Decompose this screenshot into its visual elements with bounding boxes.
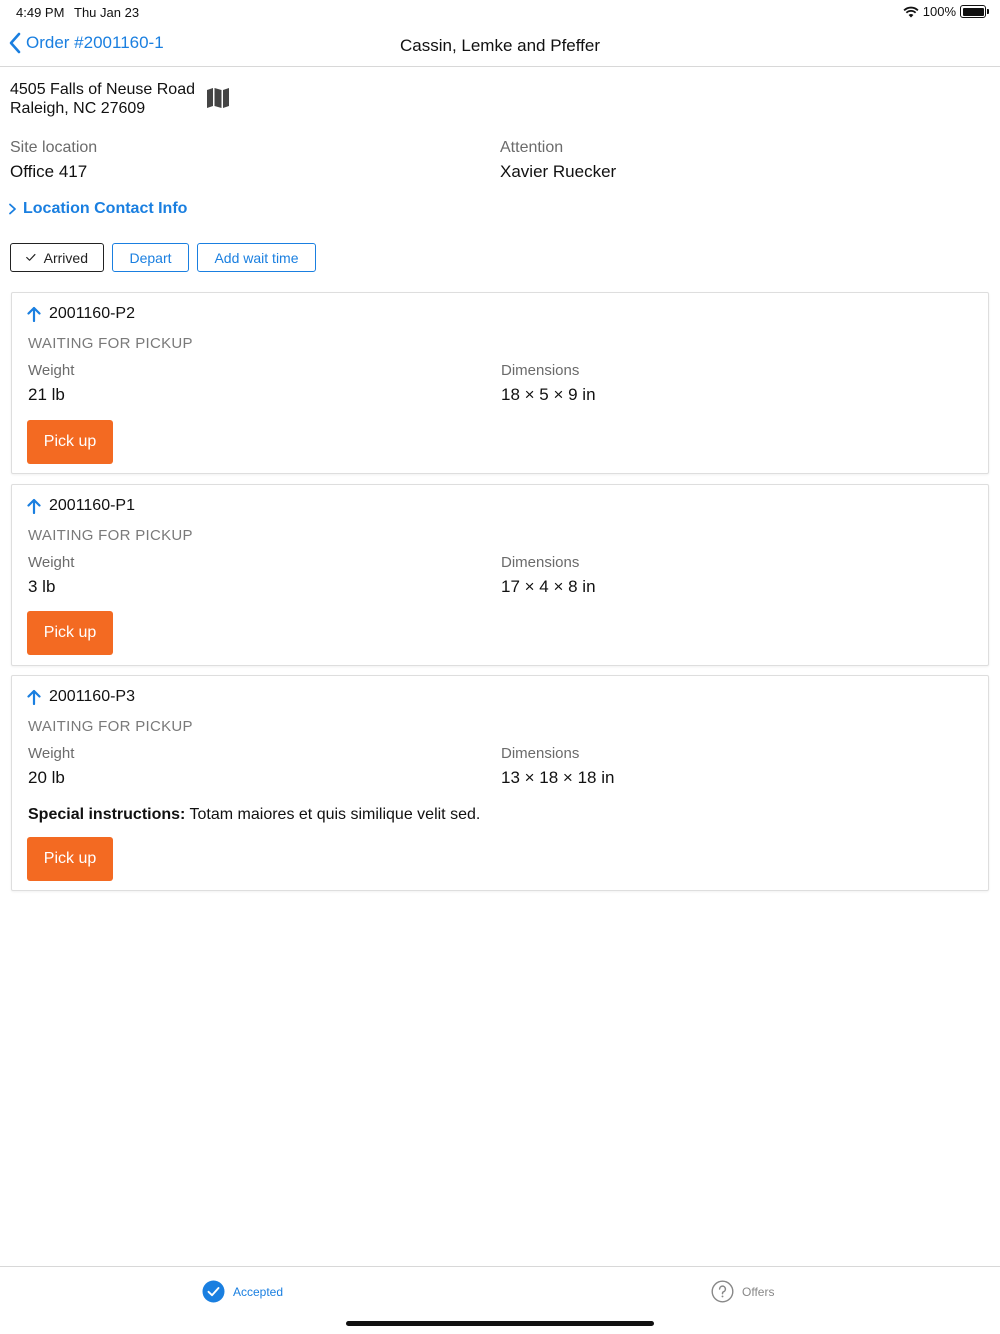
package-status: WAITING FOR PICKUP — [28, 335, 193, 352]
nav-bar: Order #2001160-1 Cassin, Lemke and Pfeff… — [0, 24, 1000, 67]
address: 4505 Falls of Neuse Road Raleigh, NC 276… — [10, 80, 195, 118]
battery-icon — [960, 5, 989, 18]
arrow-up-icon — [27, 689, 41, 705]
status-bar: 4:49 PM Thu Jan 23 100% — [0, 0, 1000, 24]
depart-button[interactable]: Depart — [112, 243, 189, 272]
status-time: 4:49 PM — [16, 5, 65, 20]
package-status: WAITING FOR PICKUP — [28, 718, 193, 735]
dimensions-value: 18 × 5 × 9 in — [501, 385, 596, 404]
package-header: 2001160-P2 — [27, 305, 135, 323]
tab-offers[interactable]: Offers — [711, 1280, 774, 1303]
package-id: 2001160-P1 — [49, 497, 135, 514]
attention-value: Xavier Ruecker — [500, 162, 617, 181]
weight-label: Weight — [28, 362, 75, 379]
status-date: Thu Jan 23 — [74, 5, 140, 20]
add-wait-time-button[interactable]: Add wait time — [197, 243, 316, 272]
wifi-icon — [903, 6, 919, 17]
package-card: 2001160-P2 WAITING FOR PICKUP Weight 21 … — [11, 292, 989, 474]
location-contact-info-label: Location Contact Info — [23, 200, 188, 217]
package-header: 2001160-P3 — [27, 688, 135, 706]
dimensions-value: 17 × 4 × 8 in — [501, 577, 596, 596]
site-location-value: Office 417 — [10, 162, 88, 181]
dimensions-label: Dimensions — [501, 554, 580, 571]
weight-label: Weight — [28, 554, 75, 571]
attention-label: Attention — [500, 139, 564, 156]
package-id: 2001160-P3 — [49, 688, 135, 705]
pick-up-button[interactable]: Pick up — [27, 420, 113, 464]
special-instructions-label: Special instructions: — [28, 806, 186, 823]
checkmark-icon — [26, 253, 36, 261]
pick-up-button[interactable]: Pick up — [27, 611, 113, 655]
package-status: WAITING FOR PICKUP — [28, 527, 193, 544]
dimensions-value: 13 × 18 × 18 in — [501, 768, 615, 787]
arrow-up-icon — [27, 498, 41, 514]
tab-offers-label: Offers — [742, 1284, 775, 1299]
weight-value: 21 lb — [28, 385, 65, 404]
home-indicator — [346, 1321, 654, 1326]
address-line1: 4505 Falls of Neuse Road — [10, 81, 195, 98]
accepted-check-icon — [202, 1280, 225, 1303]
action-buttons: Arrived Depart Add wait time — [10, 243, 316, 272]
arrived-label: Arrived — [43, 249, 88, 266]
tab-accepted-label: Accepted — [233, 1284, 284, 1299]
arrived-button[interactable]: Arrived — [10, 243, 104, 272]
battery-percent: 100% — [922, 4, 956, 19]
page-title: Cassin, Lemke and Pfeffer — [399, 36, 600, 55]
pick-up-button[interactable]: Pick up — [27, 837, 113, 881]
site-location-label: Site location — [10, 139, 98, 156]
special-instructions: Special instructions: Totam maiores et q… — [28, 806, 480, 824]
package-id: 2001160-P2 — [49, 305, 135, 322]
chevron-right-icon — [9, 203, 16, 215]
package-card: 2001160-P1 WAITING FOR PICKUP Weight 3 l… — [11, 484, 989, 666]
map-icon[interactable] — [206, 86, 230, 110]
offers-question-icon — [711, 1280, 734, 1303]
location-contact-info-link[interactable]: Location Contact Info — [8, 200, 187, 218]
special-instructions-text: Totam maiores et quis similique velit se… — [189, 806, 481, 823]
weight-label: Weight — [28, 745, 75, 762]
weight-value: 3 lb — [28, 577, 56, 596]
arrow-up-icon — [27, 306, 41, 322]
address-line2: Raleigh, NC 27609 — [10, 100, 146, 117]
status-right: 100% — [903, 4, 989, 19]
dimensions-label: Dimensions — [501, 362, 580, 379]
weight-value: 20 lb — [28, 768, 65, 787]
package-header: 2001160-P1 — [27, 497, 135, 515]
dimensions-label: Dimensions — [501, 745, 580, 762]
tab-accepted[interactable]: Accepted — [202, 1280, 283, 1303]
package-card: 2001160-P3 WAITING FOR PICKUP Weight 20 … — [11, 675, 989, 891]
